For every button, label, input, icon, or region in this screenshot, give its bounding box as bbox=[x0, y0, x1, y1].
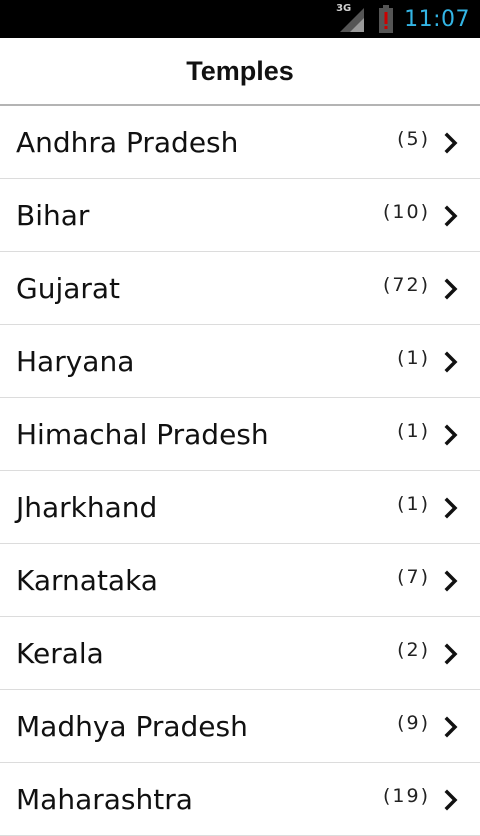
list-item-count: (2) bbox=[397, 639, 430, 661]
list-item-count: (10) bbox=[382, 201, 430, 223]
chevron-right-icon bbox=[444, 643, 458, 665]
list-item-label: Kerala bbox=[16, 637, 104, 670]
list-item-count: (9) bbox=[397, 712, 430, 734]
list-item-label: Himachal Pradesh bbox=[16, 418, 269, 451]
list-item-count: (7) bbox=[397, 566, 430, 588]
chevron-right-icon bbox=[444, 570, 458, 592]
temple-state-list[interactable]: Andhra Pradesh (5) Bihar (10) Gujarat (7… bbox=[0, 106, 480, 836]
network-type-label: 3G bbox=[336, 3, 352, 14]
list-item-label: Haryana bbox=[16, 345, 135, 378]
list-item-karnataka[interactable]: Karnataka (7) bbox=[0, 544, 480, 617]
list-item-label: Bihar bbox=[16, 199, 90, 232]
list-item-count: (72) bbox=[382, 274, 430, 296]
action-bar: Temples bbox=[0, 38, 480, 107]
list-item-count: (19) bbox=[382, 785, 430, 807]
chevron-right-icon bbox=[444, 716, 458, 738]
list-item-label: Jharkhand bbox=[16, 491, 158, 524]
list-item-andhra-pradesh[interactable]: Andhra Pradesh (5) bbox=[0, 106, 480, 179]
list-item-label: Gujarat bbox=[16, 272, 121, 305]
list-item-madhya-pradesh[interactable]: Madhya Pradesh (9) bbox=[0, 690, 480, 763]
list-item-count: (1) bbox=[397, 347, 430, 369]
list-item-gujarat[interactable]: Gujarat (72) bbox=[0, 252, 480, 325]
list-item-label: Karnataka bbox=[16, 564, 158, 597]
list-item-jharkhand[interactable]: Jharkhand (1) bbox=[0, 471, 480, 544]
battery-alert-icon bbox=[378, 5, 394, 33]
chevron-right-icon bbox=[444, 497, 458, 519]
list-item-himachal-pradesh[interactable]: Himachal Pradesh (1) bbox=[0, 398, 480, 471]
list-item-count: (1) bbox=[397, 420, 430, 442]
status-clock: 11:07 bbox=[404, 6, 470, 32]
list-item-label: Andhra Pradesh bbox=[16, 126, 239, 159]
signal-icon: 3G bbox=[336, 3, 366, 34]
list-item-label: Madhya Pradesh bbox=[16, 710, 248, 743]
list-item-bihar[interactable]: Bihar (10) bbox=[0, 179, 480, 252]
chevron-right-icon bbox=[444, 205, 458, 227]
list-item-count: (5) bbox=[397, 128, 430, 150]
status-bar: 3G 11:07 bbox=[0, 0, 480, 38]
list-item-label: Maharashtra bbox=[16, 783, 193, 816]
list-item-kerala[interactable]: Kerala (2) bbox=[0, 617, 480, 690]
chevron-right-icon bbox=[444, 424, 458, 446]
chevron-right-icon bbox=[444, 132, 458, 154]
page-title: Temples bbox=[186, 55, 294, 86]
chevron-right-icon bbox=[444, 789, 458, 811]
list-item-count: (1) bbox=[397, 493, 430, 515]
chevron-right-icon bbox=[444, 351, 458, 373]
chevron-right-icon bbox=[444, 278, 458, 300]
list-item-haryana[interactable]: Haryana (1) bbox=[0, 325, 480, 398]
status-icons: 3G 11:07 bbox=[336, 0, 470, 38]
